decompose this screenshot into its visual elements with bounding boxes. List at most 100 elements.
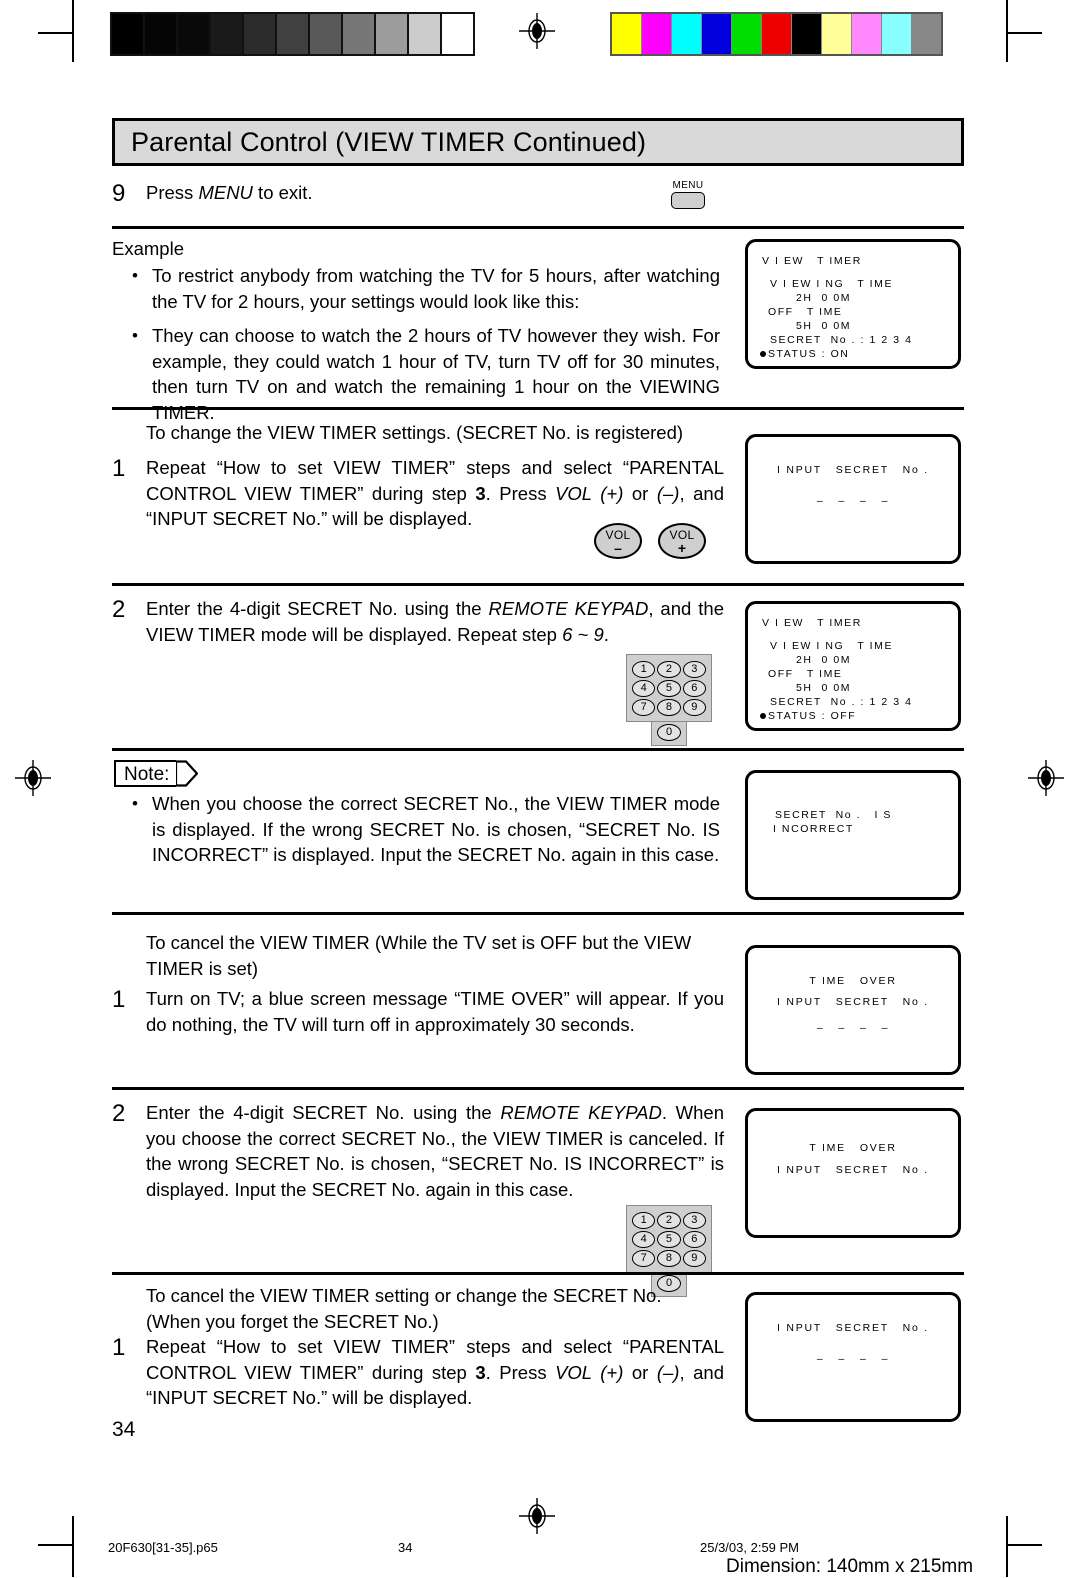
crop-mark-br-h <box>1006 1544 1042 1546</box>
color-swatch <box>792 14 821 54</box>
keypad-key-7[interactable]: 7 <box>632 699 656 716</box>
registration-mark-bottom <box>519 1498 555 1534</box>
step-text: Repeat “How to set VIEW TIMER” steps and… <box>146 1334 724 1411</box>
osd-screen-view-timer-on: V I EW T IMER V I EW I NG T IME 2H 0 0M … <box>745 239 961 369</box>
keypad-row: 123 <box>631 1211 707 1230</box>
color-swatch <box>822 14 851 54</box>
osd-line: V I EW I NG T IME <box>770 640 893 652</box>
step-text-part-a: Press <box>146 182 199 203</box>
osd-line: V I EW T IMER <box>762 617 862 629</box>
osd-line: SECRET No . : 1 2 3 4 <box>770 696 913 708</box>
step-number: 9 <box>112 180 126 207</box>
keypad-key-7[interactable]: 7 <box>632 1250 656 1267</box>
keypad-key-1[interactable]: 1 <box>632 661 656 678</box>
keypad-key-3[interactable]: 3 <box>682 661 706 678</box>
keypad-key-4[interactable]: 4 <box>632 680 656 697</box>
gray-swatch <box>442 14 473 54</box>
keypad-row: 456 <box>631 679 707 698</box>
vol-plus-button[interactable]: VOL + <box>658 523 706 559</box>
forget-heading: To cancel the VIEW TIMER setting or chan… <box>146 1285 662 1332</box>
remote-keypad-graphic-1[interactable]: 1234567890 <box>626 654 712 746</box>
keypad-key-0[interactable]: 0 <box>657 724 681 741</box>
section-divider <box>112 583 964 586</box>
osd-line: I NPUT SECRET No . <box>777 464 929 476</box>
osd-line: I NPUT SECRET No . <box>777 996 929 1008</box>
osd-line: SECRET No . : 1 2 3 4 <box>770 334 913 346</box>
gray-swatch <box>112 14 143 54</box>
osd-screen-input-secret-1: I NPUT SECRET No . – – – – <box>745 434 961 564</box>
bullet-dot-icon: • <box>132 794 138 813</box>
keypad-key-5[interactable]: 5 <box>657 1231 681 1248</box>
step-text: Enter the 4-digit SECRET No. using the R… <box>146 596 724 647</box>
keypad-key-8[interactable]: 8 <box>657 699 681 716</box>
step-text: Turn on TV; a blue screen message “TIME … <box>146 988 724 1035</box>
keypad-key-5[interactable]: 5 <box>657 680 681 697</box>
t-ital: VOL (+) <box>555 482 624 504</box>
osd-line: – – – – <box>816 495 890 507</box>
keypad-key-2[interactable]: 2 <box>657 1212 681 1229</box>
page-title-bar: Parental Control (VIEW TIMER Continued) <box>112 118 964 166</box>
note-label: Note: <box>114 760 177 787</box>
osd-line: 5H 0 0M <box>796 682 851 694</box>
keypad-key-6[interactable]: 6 <box>682 680 706 697</box>
osd-line: V I EW I NG T IME <box>770 278 893 290</box>
step-forget-1: 1 Repeat “How to set VIEW TIMER” steps a… <box>112 1334 724 1411</box>
footer-timestamp: 25/3/03, 2:59 PM <box>700 1540 800 1555</box>
bullet-text: When you choose the correct SECRET No., … <box>152 793 720 865</box>
registration-mark-right <box>1028 760 1064 796</box>
registration-mark-left <box>15 760 51 796</box>
t: or <box>623 482 657 504</box>
menu-button-cap[interactable] <box>671 192 705 209</box>
gray-swatch <box>409 14 440 54</box>
crop-mark-br-v <box>1006 1516 1008 1577</box>
keypad-row: 123 <box>631 660 707 679</box>
osd-cursor-dot-icon <box>760 351 766 357</box>
osd-line: STATUS : ON <box>768 348 850 360</box>
crop-mark-tl-v <box>72 0 74 62</box>
keypad-key-6[interactable]: 6 <box>682 1231 706 1248</box>
vol-minus-label: VOL <box>605 527 631 542</box>
section-divider <box>112 1272 964 1275</box>
step-number: 1 <box>112 455 126 482</box>
note-banner: Note: <box>114 760 199 787</box>
section-divider <box>112 912 964 915</box>
vol-plus-sign: + <box>677 539 687 556</box>
bullet-text: To restrict anybody from watching the TV… <box>152 265 720 312</box>
bullet-dot-icon: • <box>132 266 138 285</box>
note-arrow-icon <box>175 760 199 787</box>
osd-line: OFF T IME <box>768 306 843 318</box>
gray-swatch <box>376 14 407 54</box>
step-number: 1 <box>112 1334 126 1361</box>
keypad-key-2[interactable]: 2 <box>657 661 681 678</box>
step-menu-exit: 9 Press MENU to exit. <box>112 180 672 207</box>
gray-swatch <box>145 14 176 54</box>
page-number: 34 <box>112 1418 136 1441</box>
color-swatch <box>732 14 761 54</box>
step-text: Enter the 4-digit SECRET No. using the R… <box>146 1100 724 1202</box>
osd-line: V I EW T IMER <box>762 255 862 267</box>
step-text: Press MENU to exit. <box>146 180 313 207</box>
keypad-key-8[interactable]: 8 <box>657 1250 681 1267</box>
keypad-key-1[interactable]: 1 <box>632 1212 656 1229</box>
vol-minus-button[interactable]: VOL – <box>594 523 642 559</box>
change-settings-heading: To change the VIEW TIMER settings. (SECR… <box>146 422 684 443</box>
osd-line: I NPUT SECRET No . <box>777 1164 929 1176</box>
color-swatch <box>912 14 941 54</box>
t-bold: 3 <box>475 482 486 504</box>
step-change-1: 1 Repeat “How to set VIEW TIMER” steps a… <box>112 455 724 532</box>
gray-swatch <box>343 14 374 54</box>
t: . <box>603 623 609 645</box>
keypad-row: 789 <box>631 698 707 717</box>
vol-minus-sign: – <box>614 539 622 556</box>
osd-line: T IME OVER <box>809 1142 897 1154</box>
color-swatch <box>672 14 701 54</box>
menu-button-graphic[interactable]: MENU <box>670 180 706 209</box>
t-ital: VOL (+) <box>555 1361 624 1383</box>
keypad-key-9[interactable]: 9 <box>682 1250 706 1267</box>
keypad-key-4[interactable]: 4 <box>632 1231 656 1248</box>
page-title: Parental Control (VIEW TIMER Continued) <box>131 126 647 157</box>
color-swatch <box>762 14 791 54</box>
keypad-key-9[interactable]: 9 <box>682 699 706 716</box>
cancel-heading: To cancel the VIEW TIMER (While the TV s… <box>146 932 692 979</box>
keypad-key-3[interactable]: 3 <box>682 1212 706 1229</box>
